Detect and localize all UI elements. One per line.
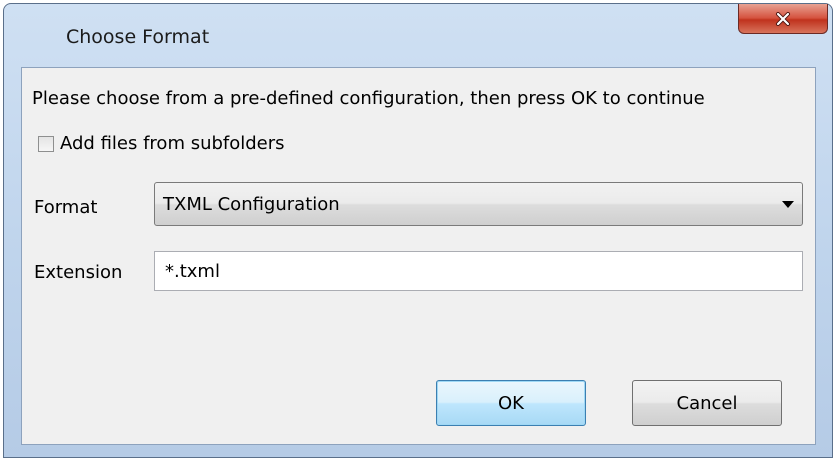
add-subfolders-label[interactable]: Add files from subfolders (60, 133, 285, 154)
cancel-button[interactable]: Cancel (632, 380, 782, 426)
format-selected-value: TXML Configuration (163, 194, 340, 215)
add-subfolders-option[interactable]: Add files from subfolders (38, 133, 285, 154)
format-select[interactable]: TXML Configuration (154, 182, 803, 226)
dialog-window: Choose Format Please choose from a pre-d… (3, 3, 833, 458)
extension-label: Extension (34, 262, 123, 283)
add-subfolders-checkbox[interactable] (38, 135, 54, 152)
dialog-client-area: Please choose from a pre-defined configu… (21, 67, 816, 445)
title-bar[interactable]: Choose Format (4, 4, 832, 64)
extension-input[interactable] (154, 251, 803, 291)
close-icon (775, 11, 791, 26)
close-button[interactable] (738, 4, 828, 34)
chevron-down-icon (782, 201, 794, 208)
format-label: Format (34, 197, 98, 218)
window-title: Choose Format (66, 26, 210, 48)
ok-button[interactable]: OK (436, 380, 586, 426)
instruction-text: Please choose from a pre-defined configu… (32, 88, 705, 109)
